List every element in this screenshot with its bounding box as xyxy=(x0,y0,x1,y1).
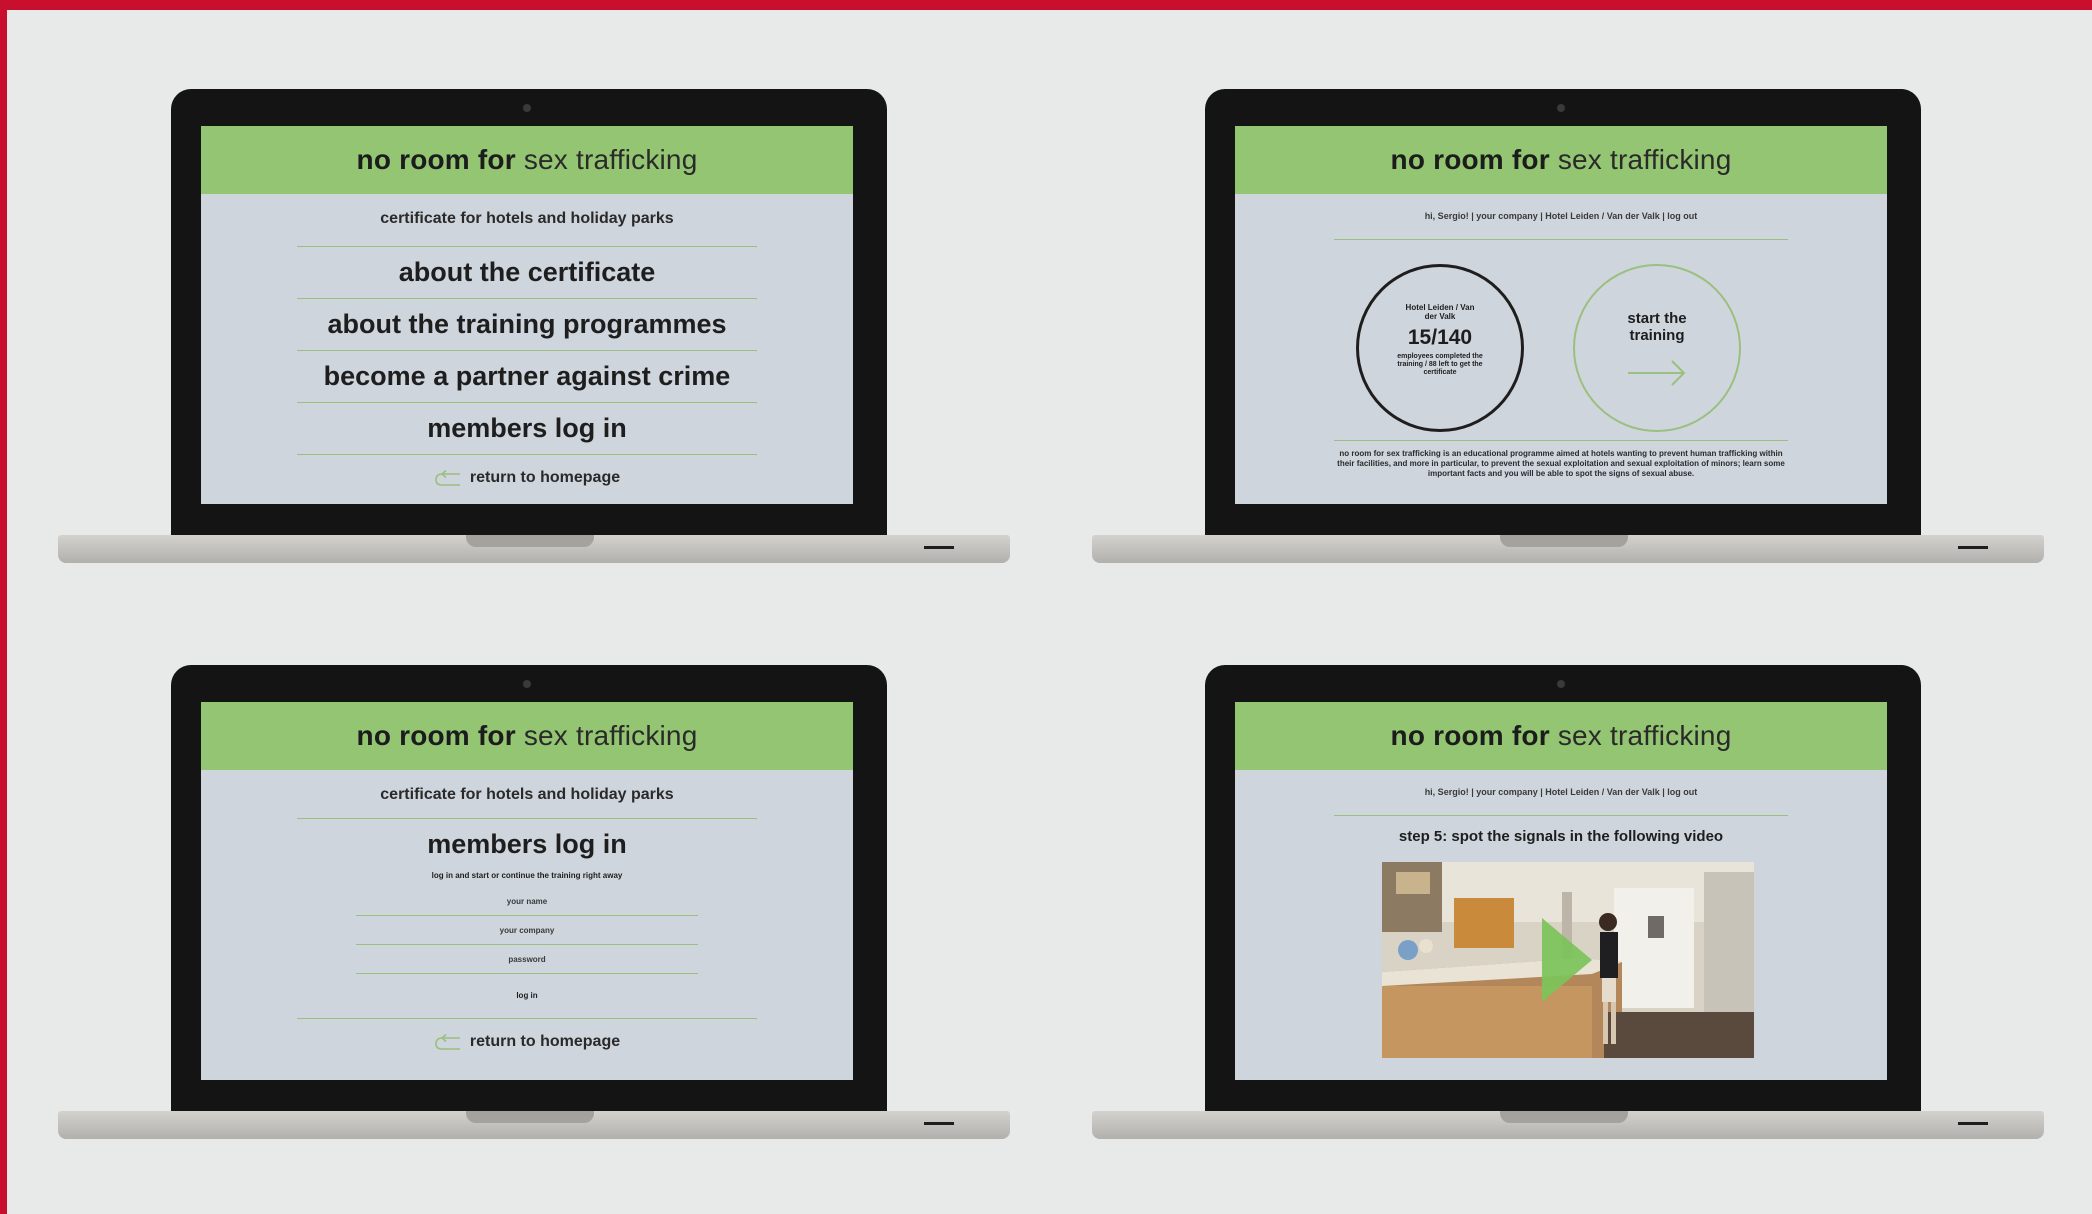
laptop-notch xyxy=(1500,535,1628,547)
divider xyxy=(297,1018,757,1019)
name-field[interactable]: your name xyxy=(356,887,698,916)
laptop-base xyxy=(1092,535,2044,563)
laptop-bezel: no room for sex trafficking hi, Sergio! … xyxy=(1205,665,1921,1115)
laptop-dashboard: no room for sex trafficking hi, Sergio! … xyxy=(1092,89,2044,564)
menu-about-certificate[interactable]: about the certificate xyxy=(297,247,757,299)
site-header: no room for sex trafficking xyxy=(201,126,853,194)
screen-video: no room for sex trafficking hi, Sergio! … xyxy=(1235,702,1887,1080)
laptop-led xyxy=(924,1122,954,1125)
return-label: return to homepage xyxy=(469,469,621,486)
laptop-login: no room for sex trafficking certificate … xyxy=(58,665,1010,1140)
login-title: members log in xyxy=(427,829,627,859)
laptop-bezel: no room for sex trafficking hi, Sergio! … xyxy=(1205,89,1921,539)
laptop-notch xyxy=(466,535,594,547)
user-bar[interactable]: hi, Sergio! | your company | Hotel Leide… xyxy=(1235,770,1887,805)
brand-light: sex trafficking xyxy=(523,144,698,175)
subtitle: certificate for hotels and holiday parks xyxy=(380,210,674,227)
start-training-label: start the training xyxy=(1627,310,1687,344)
screen-login: no room for sex trafficking certificate … xyxy=(201,702,853,1080)
return-to-homepage-link[interactable]: return to homepage xyxy=(201,1033,853,1051)
step-title: step 5: spot the signals in the followin… xyxy=(1398,828,1724,845)
brand-strong: no room for xyxy=(1390,144,1550,175)
laptop-notch xyxy=(466,1111,594,1123)
brand-strong: no room for xyxy=(356,144,516,175)
company-field[interactable]: your company xyxy=(356,916,698,945)
laptop-notch xyxy=(1500,1111,1628,1123)
hotel-name: Hotel Leiden / Van der Valk xyxy=(1405,303,1475,321)
menu-members-login[interactable]: members log in xyxy=(297,403,757,455)
screen-dashboard: no room for sex trafficking hi, Sergio! … xyxy=(1235,126,1887,504)
menu-about-training[interactable]: about the training programmes xyxy=(297,299,757,351)
login-hint: log in and start or continue the trainin… xyxy=(431,871,623,880)
laptop-video: no room for sex trafficking hi, Sergio! … xyxy=(1092,665,2044,1140)
brand-light: sex trafficking xyxy=(523,720,698,751)
red-frame-left xyxy=(0,0,7,1214)
site-header: no room for sex trafficking xyxy=(1235,126,1887,194)
site-header: no room for sex trafficking xyxy=(201,702,853,770)
return-label: return to homepage xyxy=(469,1033,621,1050)
laptop-led xyxy=(924,546,954,549)
brand-strong: no room for xyxy=(1390,720,1550,751)
video-player[interactable] xyxy=(1382,862,1754,1058)
site-header: no room for sex trafficking xyxy=(1235,702,1887,770)
laptop-home: no room for sex trafficking certificate … xyxy=(58,89,1010,564)
red-frame-top xyxy=(0,0,2092,10)
start-training-button[interactable]: start the training xyxy=(1573,264,1741,432)
webcam xyxy=(1557,104,1565,112)
return-arrow-icon xyxy=(435,470,460,486)
programme-description: no room for sex trafficking is an educat… xyxy=(1337,449,1785,478)
webcam xyxy=(1557,680,1565,688)
webcam xyxy=(523,680,531,688)
return-to-homepage-link[interactable]: return to homepage xyxy=(201,469,853,487)
login-button[interactable]: log in xyxy=(201,974,853,1018)
laptop-bezel: no room for sex trafficking certificate … xyxy=(171,89,887,539)
return-arrow-icon xyxy=(435,1034,460,1050)
dashboard-row: Hotel Leiden / Van der Valk 15/140 emplo… xyxy=(1235,240,1887,440)
laptop-base xyxy=(1092,1111,2044,1139)
menu-become-partner[interactable]: become a partner against crime xyxy=(297,351,757,403)
password-field[interactable]: password xyxy=(356,945,698,974)
brand-light: sex trafficking xyxy=(1557,144,1732,175)
progress-caption: employees completed the training / 88 le… xyxy=(1397,353,1483,376)
brand-light: sex trafficking xyxy=(1557,720,1732,751)
laptop-bezel: no room for sex trafficking certificate … xyxy=(171,665,887,1115)
laptop-led xyxy=(1958,1122,1988,1125)
webcam xyxy=(523,104,531,112)
video-thumbnail xyxy=(1382,862,1754,1058)
user-bar[interactable]: hi, Sergio! | your company | Hotel Leide… xyxy=(1235,194,1887,229)
right-arrow-icon xyxy=(1628,360,1686,386)
brand-strong: no room for xyxy=(356,720,516,751)
laptop-base xyxy=(58,1111,1010,1139)
progress-circle: Hotel Leiden / Van der Valk 15/140 emplo… xyxy=(1356,264,1524,432)
subtitle: certificate for hotels and holiday parks xyxy=(380,786,674,803)
laptop-led xyxy=(1958,546,1988,549)
laptop-base xyxy=(58,535,1010,563)
progress-count: 15/140 xyxy=(1407,326,1473,349)
screen-home: no room for sex trafficking certificate … xyxy=(201,126,853,504)
